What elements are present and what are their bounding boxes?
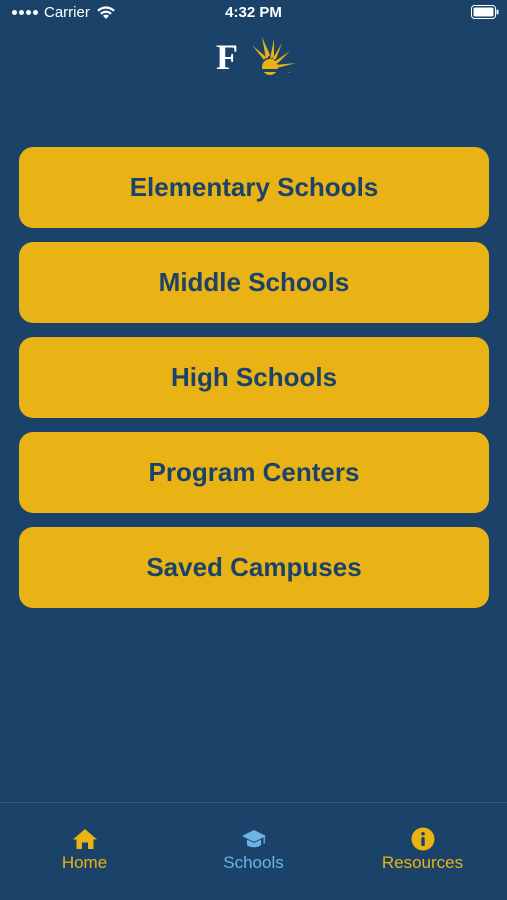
button-label: Program Centers <box>148 457 360 487</box>
district-logo: F <box>212 37 298 75</box>
logo-letter: F <box>216 37 238 75</box>
button-label: High Schools <box>170 362 338 392</box>
middle-schools-button[interactable]: Middle Schools <box>19 242 489 323</box>
button-label: Saved Campuses <box>146 552 362 582</box>
high-schools-button[interactable]: High Schools <box>19 337 489 418</box>
app-screen: Carrier 4:32 PM F Elementary Schools Mid… <box>0 0 507 900</box>
tab-schools[interactable]: Schools <box>169 827 338 873</box>
tab-label: Resources <box>381 853 464 872</box>
button-label: Elementary Schools <box>129 172 379 202</box>
tab-label: Home <box>61 853 108 872</box>
home-icon <box>72 829 97 849</box>
button-label: Middle Schools <box>158 267 350 297</box>
elementary-schools-button[interactable]: Elementary Schools <box>19 147 489 228</box>
saved-campuses-button[interactable]: Saved Campuses <box>19 527 489 608</box>
tab-home[interactable]: Home <box>0 827 169 873</box>
battery-group <box>471 5 499 19</box>
battery-icon <box>471 5 499 19</box>
school-category-menu: Elementary Schools Middle Schools High S… <box>19 147 489 622</box>
tab-label: Schools <box>223 853 284 872</box>
info-icon <box>411 827 434 851</box>
status-bar: Carrier 4:32 PM <box>0 0 507 26</box>
tab-bar: Home Schools Resources <box>0 802 507 900</box>
graduation-cap-icon <box>241 830 266 848</box>
tab-resources[interactable]: Resources <box>338 827 507 873</box>
status-time: 4:32 PM <box>225 4 282 21</box>
program-centers-button[interactable]: Program Centers <box>19 432 489 513</box>
